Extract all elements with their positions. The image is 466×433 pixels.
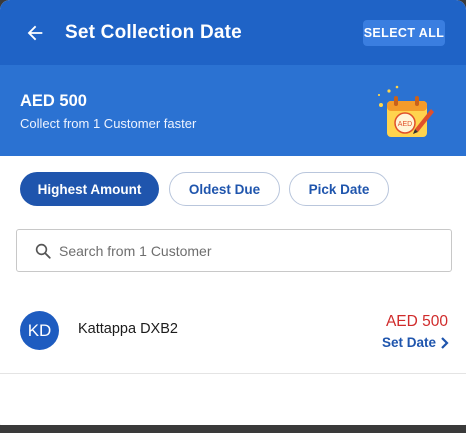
search-box	[16, 229, 452, 272]
app-bar: Set Collection Date SELECT ALL	[0, 0, 466, 65]
search-input[interactable]	[59, 240, 439, 262]
customer-name: Kattappa DXB2	[78, 321, 178, 337]
arrow-left-icon	[27, 25, 43, 41]
set-date-label: Set Date	[381, 335, 436, 350]
back-button[interactable]	[20, 18, 50, 48]
sort-chips: Highest Amount Oldest Due Pick Date	[20, 172, 460, 207]
summary-subtitle: Collect from 1 Customer faster	[20, 116, 197, 131]
select-all-button[interactable]: SELECT ALL	[363, 20, 445, 46]
customer-row[interactable]: KD Kattappa DXB2 AED 500 Set Date	[0, 296, 466, 374]
chevron-right-icon	[441, 336, 449, 349]
chip-pick-date[interactable]: Pick Date	[289, 172, 389, 206]
bottom-edge	[0, 425, 466, 433]
page-title: Set Collection Date	[65, 22, 242, 43]
calendar-icon: AED	[378, 85, 434, 137]
chip-oldest-due[interactable]: Oldest Due	[169, 172, 280, 206]
total-amount: AED 500	[20, 92, 87, 110]
customer-amount: AED 500	[385, 313, 448, 330]
chip-highest-amount[interactable]: Highest Amount	[20, 172, 159, 206]
set-date-link[interactable]: Set Date	[382, 335, 449, 350]
aed-badge: AED	[398, 121, 412, 128]
collection-screen: Set Collection Date SELECT ALL AED 500 C…	[0, 0, 466, 433]
avatar: KD	[20, 311, 59, 350]
search-icon	[35, 243, 51, 259]
collection-summary: AED 500 Collect from 1 Customer faster A…	[0, 65, 466, 156]
